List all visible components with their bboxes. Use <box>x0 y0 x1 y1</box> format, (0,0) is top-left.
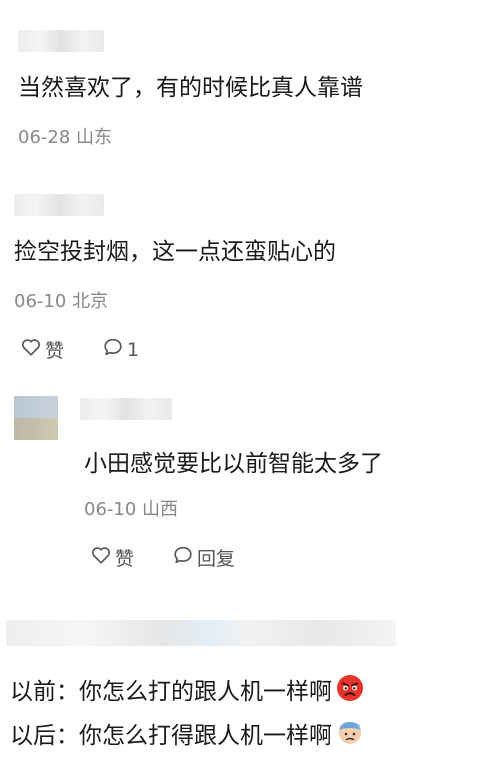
reply-label: 回复 <box>197 548 236 570</box>
comment-text: 当然喜欢了，有的时候比真人靠谱 <box>18 75 363 101</box>
username-blurred[interactable] <box>80 398 172 420</box>
reply-button[interactable]: 回复 <box>172 544 235 571</box>
comment-meta: 06-10 北京 <box>14 290 108 314</box>
reply-button[interactable]: 1 <box>102 336 139 363</box>
comment-date: 06-10 <box>84 499 137 520</box>
username-blurred[interactable] <box>18 30 104 52</box>
like-button[interactable]: 赞 <box>20 336 64 363</box>
username-blurred[interactable] <box>14 194 104 216</box>
comment-meta: 06-28 山东 <box>18 126 112 150</box>
comment-location: 山西 <box>142 499 179 520</box>
comment-date: 06-10 <box>14 291 67 312</box>
angry-face-icon <box>336 674 364 711</box>
like-label: 赞 <box>45 340 65 362</box>
speech-bubble-icon <box>102 336 127 363</box>
heart-icon <box>20 336 45 363</box>
username-blurred[interactable] <box>6 620 396 646</box>
heart-icon <box>90 544 115 571</box>
like-button[interactable]: 赞 <box>90 544 134 571</box>
comment-meta: 06-10 山西 <box>84 498 178 522</box>
comment-text: 捡空投封烟，这一点还蛮贴心的 <box>14 239 336 265</box>
comment-location: 山东 <box>76 127 113 148</box>
comment-date: 06-28 <box>18 127 71 148</box>
comment-text-line: 以前：你怎么打的跟人机一样啊 <box>10 674 364 711</box>
anxious-face-icon <box>336 718 364 755</box>
comment-text: 小田感觉要比以前智能太多了 <box>84 451 383 477</box>
comment-text-line: 以后：你怎么打得跟人机一样啊 <box>10 718 364 755</box>
speech-bubble-icon <box>172 544 197 571</box>
comment-location: 北京 <box>72 291 109 312</box>
reply-count: 1 <box>127 338 140 361</box>
like-label: 赞 <box>115 548 135 570</box>
avatar[interactable] <box>14 396 58 440</box>
